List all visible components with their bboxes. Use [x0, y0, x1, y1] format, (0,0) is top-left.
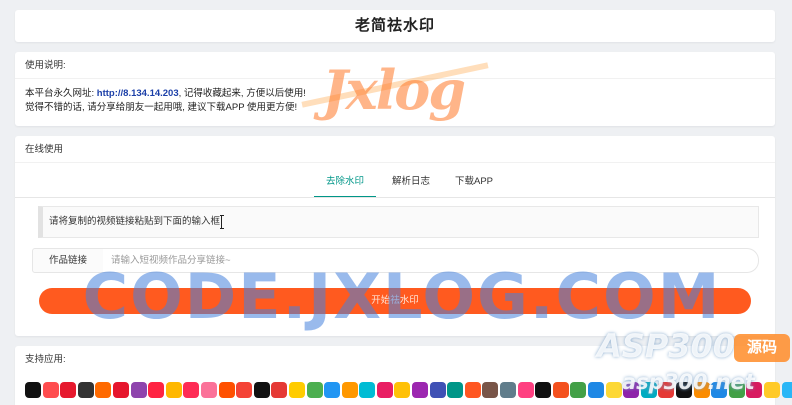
site-url-link[interactable]: http://8.134.14.203	[97, 88, 179, 99]
app-icon	[623, 382, 640, 398]
app-icon	[218, 382, 235, 398]
notice-line-2: 觉得不错的话, 请分享给朋友一起用哦, 建议下载APP 使用更方便!	[25, 102, 298, 113]
notice-line-1: 本平台永久网址: http://8.134.14.203, 记得收藏起来, 方便…	[25, 87, 765, 101]
app-icon	[535, 382, 552, 398]
app-icon	[781, 382, 792, 398]
start-button[interactable]: 开始祛水印	[39, 288, 751, 314]
app-icon	[464, 382, 481, 398]
app-icon	[500, 382, 517, 398]
notice-prefix: 本平台永久网址:	[25, 88, 97, 99]
app-icon	[165, 382, 182, 398]
capcut-icon	[253, 382, 270, 398]
douyin-icon	[25, 382, 41, 398]
tab-bar: 去除水印 解析日志 下载APP	[15, 172, 775, 198]
app-icon	[570, 382, 587, 398]
app-icon	[42, 382, 59, 398]
app-icon	[306, 382, 323, 398]
support-heading: 支持应用:	[25, 354, 66, 365]
app-icon	[588, 382, 604, 398]
app-icon	[359, 382, 376, 398]
app-icon	[60, 382, 77, 398]
app-icon	[95, 382, 112, 398]
app-icon	[658, 382, 675, 398]
tab-parse-log[interactable]: 解析日志	[382, 172, 440, 198]
app-icon	[728, 382, 745, 398]
app-icon	[236, 382, 253, 398]
notice-body: 本平台永久网址: http://8.134.14.203, 记得收藏起来, 方便…	[15, 79, 775, 115]
page-title: 老简祛水印	[354, 17, 435, 34]
link-input[interactable]	[103, 248, 759, 273]
tab-divider	[15, 197, 775, 198]
app-icon	[693, 382, 710, 398]
app-icon	[517, 382, 534, 398]
online-card: 在线使用 去除水印 解析日志 下载APP 请将复制的视频链接粘贴到下面的输入框 …	[15, 136, 775, 336]
app-icon	[324, 382, 341, 398]
supported-app-list	[25, 382, 792, 400]
support-card: 支持应用:	[15, 346, 792, 405]
app-icon	[376, 382, 393, 398]
notice-suffix: , 记得收藏起来, 方便以后使用!	[178, 88, 306, 99]
app-icon	[200, 382, 217, 398]
app-icon	[130, 382, 147, 398]
tab-download-app[interactable]: 下载APP	[446, 172, 502, 198]
app-icon	[112, 382, 129, 398]
app-icon	[429, 382, 446, 398]
app-icon	[412, 382, 429, 398]
tab-remove-watermark[interactable]: 去除水印	[314, 172, 376, 198]
notice-card: 使用说明: 本平台永久网址: http://8.134.14.203, 记得收藏…	[15, 52, 775, 126]
app-icon	[552, 382, 569, 398]
app-icon	[288, 382, 305, 398]
app-icon	[605, 382, 622, 398]
online-heading: 在线使用	[15, 136, 775, 163]
app-icon	[148, 382, 165, 398]
app-icon	[77, 382, 94, 398]
hint-box: 请将复制的视频链接粘贴到下面的输入框	[38, 206, 759, 238]
link-field-row: 作品链接	[32, 248, 759, 273]
link-field-label: 作品链接	[32, 248, 104, 273]
app-icon	[746, 382, 763, 398]
app-icon	[763, 382, 780, 398]
app-icon	[394, 382, 411, 398]
app-icon	[447, 382, 464, 398]
notice-heading: 使用说明:	[15, 52, 775, 79]
app-icon	[482, 382, 499, 398]
app-icon	[711, 382, 728, 398]
app-icon	[640, 382, 657, 398]
app-icon	[675, 382, 692, 398]
app-icon	[183, 382, 200, 398]
app-icon	[271, 382, 288, 398]
app-icon	[341, 382, 358, 398]
header-card: 老简祛水印	[15, 10, 775, 42]
